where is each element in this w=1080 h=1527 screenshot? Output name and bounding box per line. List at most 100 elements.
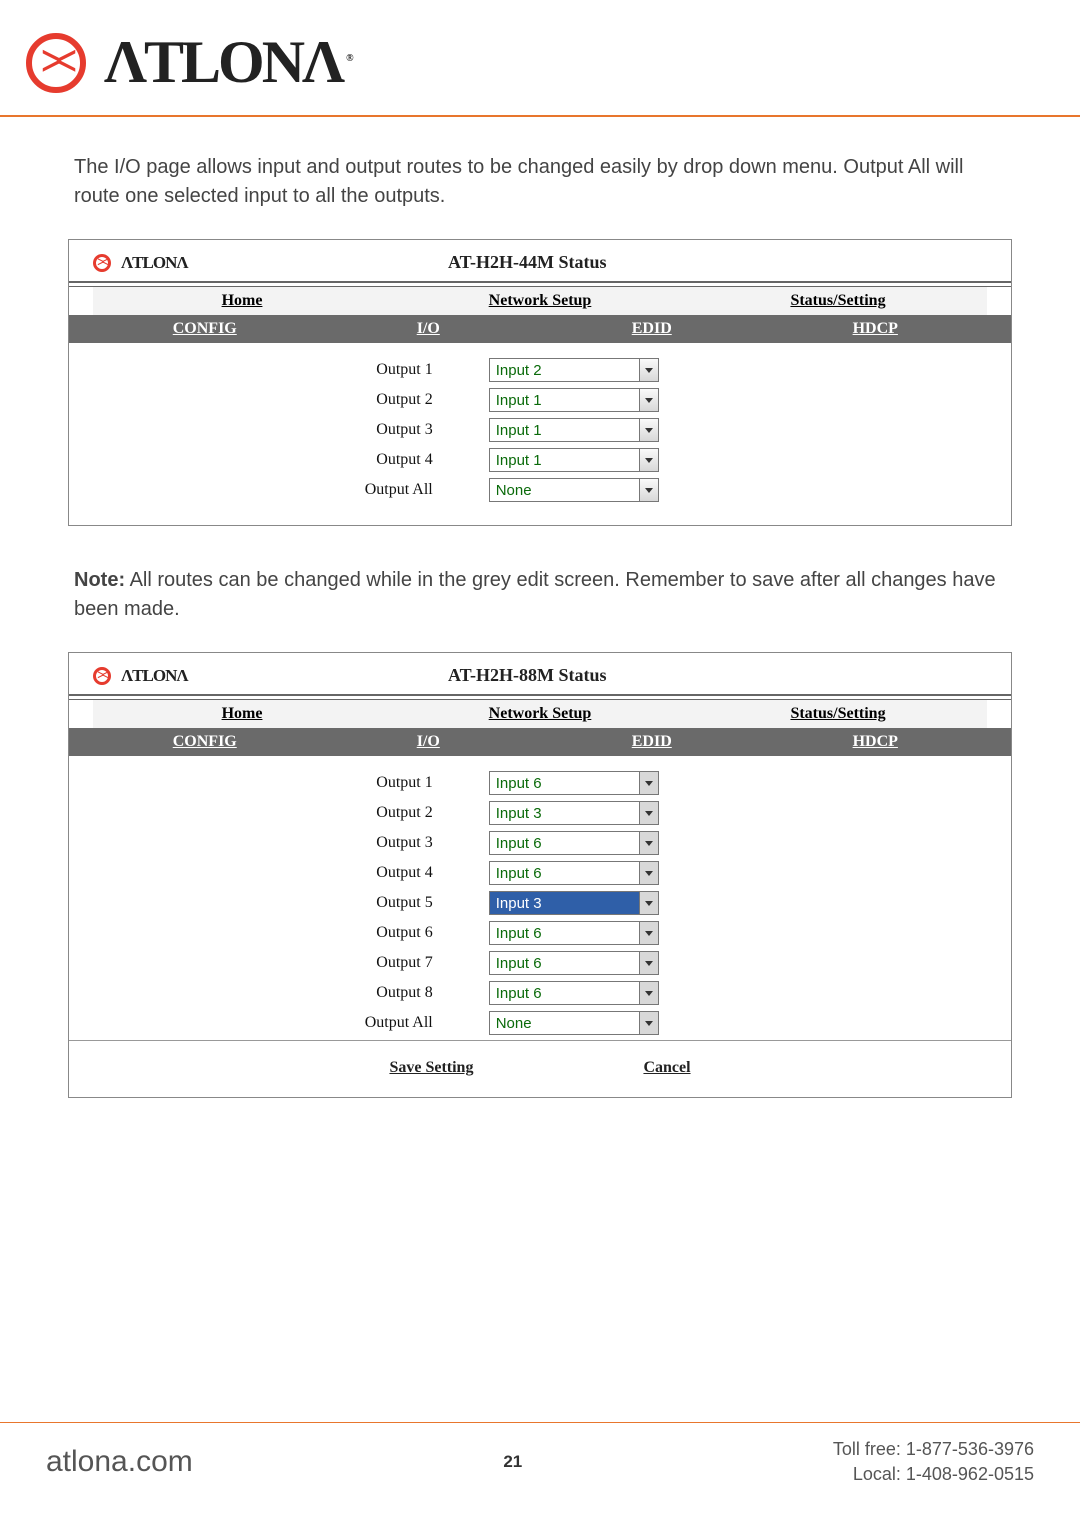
input-select[interactable]: Input 2 [489,358,659,382]
input-select[interactable]: Input 6 [489,861,659,885]
input-select-value: Input 1 [490,452,639,469]
cancel-button[interactable]: Cancel [643,1059,690,1077]
input-select-value: None [490,482,639,499]
sub-tabbar: CONFIG I/O EDID HDCP [69,315,1011,343]
chevron-down-icon[interactable] [639,389,658,411]
note-paragraph: Note: All routes can be changed while in… [74,566,1006,624]
io-row: Output 3Input 1 [93,415,987,445]
io-row: Output 5Input 3 [93,888,987,918]
io-row: Output 3Input 6 [93,828,987,858]
input-select-value: Input 3 [490,895,639,912]
chevron-down-icon[interactable] [639,449,658,471]
io-row: Output 4Input 1 [93,445,987,475]
brand-logo: ᐳᐸ ΛTLONΛ® [0,0,1080,115]
tab-edid[interactable]: EDID [540,315,764,343]
input-select[interactable]: Input 1 [489,448,659,472]
output-label: Output 8 [93,984,489,1002]
output-label: Output 3 [93,421,489,439]
brand-wordmark: ΛTLONΛ® [104,28,354,97]
chevron-down-icon[interactable] [639,772,658,794]
chevron-down-icon[interactable] [639,862,658,884]
chevron-down-icon[interactable] [639,419,658,441]
note-label: Note: [74,569,125,591]
io-row: Output AllNone [93,475,987,505]
input-select-value: Input 6 [490,835,639,852]
io-row: Output 1Input 2 [93,355,987,385]
output-label: Output 4 [93,864,489,882]
input-select[interactable]: Input 6 [489,921,659,945]
intro-paragraph: The I/O page allows input and output rou… [74,153,1006,211]
footer-page-number: 21 [193,1452,833,1472]
chevron-down-icon[interactable] [639,892,658,914]
input-select[interactable]: Input 6 [489,831,659,855]
input-select-value: Input 2 [490,362,639,379]
input-select[interactable]: None [489,1011,659,1035]
io-row: Output 4Input 6 [93,858,987,888]
output-label: Output 4 [93,451,489,469]
tab-config[interactable]: CONFIG [93,728,317,756]
input-select-value: Input 1 [490,422,639,439]
tab-io[interactable]: I/O [317,315,541,343]
panel-logo-text: ΛTLONΛ [121,666,188,686]
tab-status-setting[interactable]: Status/Setting [689,287,987,315]
tab-network-setup[interactable]: Network Setup [391,287,689,315]
output-label: Output 2 [93,804,489,822]
chevron-down-icon[interactable] [639,982,658,1004]
input-select[interactable]: Input 6 [489,981,659,1005]
tab-edid[interactable]: EDID [540,728,764,756]
output-label: Output 5 [93,894,489,912]
io-row: Output 7Input 6 [93,948,987,978]
note-text: All routes can be changed while in the g… [74,569,996,620]
input-select-value: Input 6 [490,925,639,942]
io-row: Output AllNone [93,1008,987,1038]
tab-home[interactable]: Home [93,700,391,728]
chevron-down-icon[interactable] [639,359,658,381]
input-select[interactable]: Input 6 [489,771,659,795]
chevron-mark-icon: ᐳᐸ [42,48,71,76]
chevron-down-icon[interactable] [639,479,658,501]
panel-88m: ᐳᐸ ΛTLONΛ AT-H2H-88M Status Home Network… [68,652,1012,1098]
input-select-value: Input 6 [490,775,639,792]
tab-io[interactable]: I/O [317,728,541,756]
tab-hdcp[interactable]: HDCP [764,315,988,343]
input-select-value: Input 6 [490,955,639,972]
sub-tabbar: CONFIG I/O EDID HDCP [69,728,1011,756]
output-label: Output All [93,1014,489,1032]
io-row: Output 1Input 6 [93,768,987,798]
input-select[interactable]: Input 1 [489,418,659,442]
input-select[interactable]: None [489,478,659,502]
save-setting-button[interactable]: Save Setting [389,1059,473,1077]
tab-hdcp[interactable]: HDCP [764,728,988,756]
footer-local: Local: 1-408-962-0515 [833,1462,1034,1487]
io-row: Output 2Input 1 [93,385,987,415]
tab-network-setup[interactable]: Network Setup [391,700,689,728]
io-row: Output 8Input 6 [93,978,987,1008]
input-select[interactable]: Input 3 [489,891,659,915]
tab-home[interactable]: Home [93,287,391,315]
footer-toll-free: Toll free: 1-877-536-3976 [833,1437,1034,1462]
header-divider [0,115,1080,117]
chevron-down-icon[interactable] [639,952,658,974]
tab-config[interactable]: CONFIG [93,315,317,343]
footer-site: atlona.com [46,1445,193,1479]
output-label: Output 3 [93,834,489,852]
input-select-value: Input 3 [490,805,639,822]
input-select[interactable]: Input 6 [489,951,659,975]
output-label: Output 2 [93,391,489,409]
input-select-value: Input 6 [490,985,639,1002]
chevron-down-icon[interactable] [639,1012,658,1034]
input-select[interactable]: Input 3 [489,801,659,825]
output-label: Output 7 [93,954,489,972]
input-select[interactable]: Input 1 [489,388,659,412]
main-tabbar: Home Network Setup Status/Setting [93,700,987,728]
tab-status-setting[interactable]: Status/Setting [689,700,987,728]
chevron-down-icon[interactable] [639,832,658,854]
chevron-down-icon[interactable] [639,802,658,824]
chevron-down-icon[interactable] [639,922,658,944]
registered-icon: ® [346,53,353,64]
panel-logo-icon: ᐳᐸ [93,254,111,272]
panel-44m-title: AT-H2H-44M Status [198,252,857,273]
panel-logo-text: ΛTLONΛ [121,253,188,273]
output-label: Output All [93,481,489,499]
divider [69,1040,1011,1041]
